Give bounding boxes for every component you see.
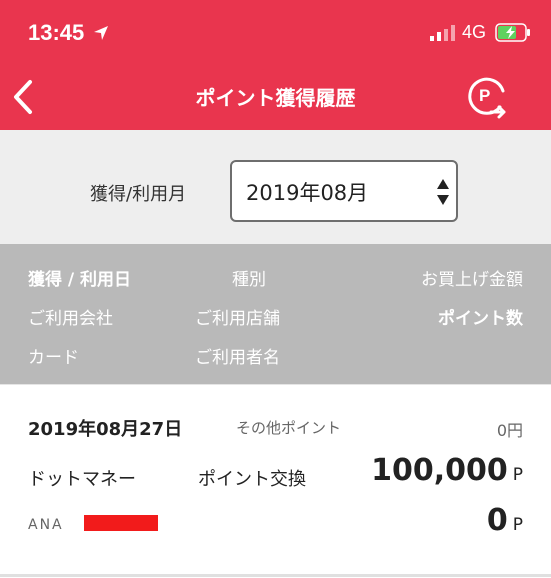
legend-date: 獲得 / 利用日 — [28, 270, 132, 290]
month-filter: 獲得/利用月 2019年08月 — [0, 130, 551, 244]
column-legend: 獲得 / 利用日 種別 お買上げ金額 ご利用会社 ご利用店舗 ポイント数 カード… — [0, 244, 551, 384]
legend-points: ポイント数 — [438, 309, 523, 329]
entry-type: その他ポイント — [236, 419, 342, 437]
status-time: 13:45 — [28, 20, 85, 45]
app-header: 13:45 4G ポイント獲得履歴 P — [0, 0, 551, 130]
entry-user-points-unit: P — [512, 515, 523, 535]
month-filter-label: 獲得/利用月 — [90, 184, 187, 205]
signal-bars-icon — [430, 25, 455, 41]
legend-card: カード — [28, 348, 79, 368]
network-type: 4G — [462, 22, 487, 42]
entry-user-points: 0P — [487, 503, 523, 538]
p-icon-label: P — [479, 86, 490, 105]
up-down-arrows-icon — [437, 179, 449, 205]
month-select[interactable]: 2019年08月 — [230, 160, 458, 222]
list-item[interactable]: 2019年08月27日 その他ポイント 0円 ドットマネー ポイント交換 100… — [0, 384, 551, 578]
entry-card: ANA — [28, 517, 64, 533]
entry-points-value: 100,000 — [371, 453, 508, 488]
location-arrow-icon — [94, 26, 108, 40]
entry-store: ポイント交換 — [198, 469, 306, 490]
entry-points-unit: P — [512, 465, 523, 485]
legend-amount: お買上げ金額 — [421, 270, 523, 290]
redacted-user-name — [84, 515, 158, 531]
battery-charging-icon — [495, 23, 530, 42]
entry-company: ドットマネー — [28, 469, 136, 490]
entry-date: 2019年08月27日 — [28, 419, 183, 440]
legend-store: ご利用店舗 — [195, 309, 280, 329]
month-select-value: 2019年08月 — [246, 181, 369, 205]
entry-user-points-value: 0 — [486, 503, 508, 538]
entry-points: 100,000 P — [371, 453, 523, 488]
legend-type: 種別 — [232, 270, 266, 290]
legend-user-name: ご利用者名 — [195, 348, 280, 368]
p-circle-arrow-icon[interactable]: P — [464, 74, 510, 120]
entry-amount: 0円 — [496, 421, 523, 440]
legend-company: ご利用会社 — [28, 309, 113, 329]
